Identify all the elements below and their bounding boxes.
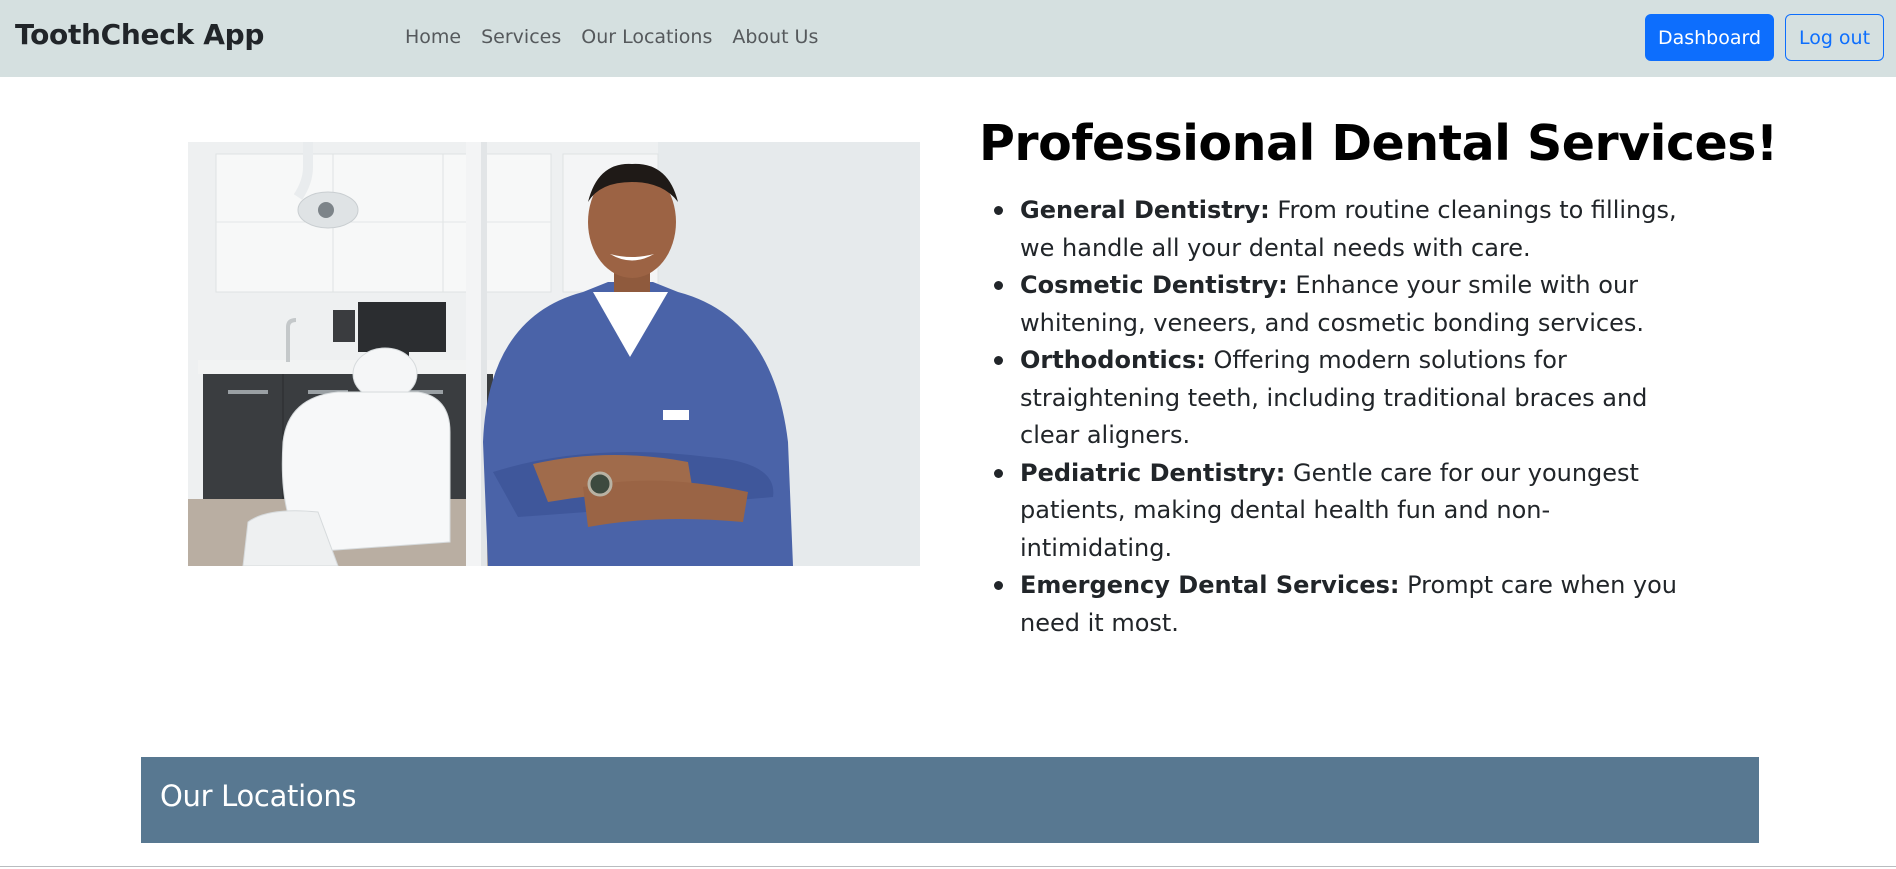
service-name: Emergency Dental Services:: [1020, 571, 1400, 599]
brand-logo[interactable]: ToothCheck App: [15, 18, 264, 51]
nav-link-our-locations[interactable]: Our Locations: [581, 26, 712, 48]
list-item: Emergency Dental Services: Prompt care w…: [994, 567, 1699, 642]
service-name: Cosmetic Dentistry:: [1020, 271, 1288, 299]
list-item: Pediatric Dentistry: Gentle care for our…: [994, 455, 1699, 568]
top-navbar: ToothCheck App Home Services Our Locatio…: [0, 0, 1896, 77]
list-item: General Dentistry: From routine cleaning…: [994, 192, 1699, 267]
services-list: General Dentistry: From routine cleaning…: [979, 192, 1699, 642]
list-item: Cosmetic Dentistry: Enhance your smile w…: [994, 267, 1699, 342]
dentist-photo: [188, 142, 920, 566]
locations-title: Our Locations: [160, 779, 357, 813]
service-name: Orthodontics:: [1020, 346, 1206, 374]
logout-button[interactable]: Log out: [1785, 14, 1884, 61]
list-item: Orthodontics: Offering modern solutions …: [994, 342, 1699, 455]
nav-link-services[interactable]: Services: [481, 26, 561, 48]
divider: [0, 866, 1896, 867]
services-title: Professional Dental Services!: [979, 115, 1778, 172]
locations-section-header: Our Locations: [141, 757, 1759, 843]
service-name: Pediatric Dentistry:: [1020, 458, 1286, 487]
nav-link-home[interactable]: Home: [405, 26, 461, 48]
nav-links: Home Services Our Locations About Us: [405, 26, 818, 48]
service-name: General Dentistry:: [1020, 196, 1270, 224]
dashboard-button[interactable]: Dashboard: [1645, 14, 1774, 61]
nav-link-about-us[interactable]: About Us: [732, 26, 818, 48]
